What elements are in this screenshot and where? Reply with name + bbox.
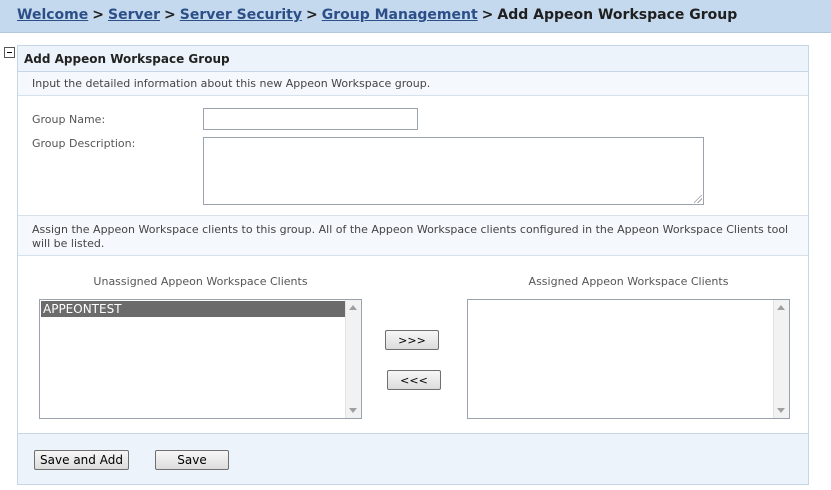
- breadcrumb-current: Add Appeon Workspace Group: [497, 7, 738, 23]
- resize-handle-icon[interactable]: [694, 195, 702, 203]
- breadcrumb: Welcome > Server > Server Security > Group Man…: [17, 7, 737, 23]
- assign-instructions: Assign the Appeon Workspace clients to t…: [18, 215, 808, 256]
- add-group-panel: Add Appeon Workspace Group Input the det…: [17, 45, 809, 485]
- assigned-clients-list[interactable]: [467, 299, 790, 419]
- list-item-appeontest[interactable]: APPEONTEST: [41, 301, 345, 317]
- breadcrumb-bar: Welcome > Server > Server Security > Group Man…: [0, 0, 831, 33]
- unassigned-list-scrollbar[interactable]: [345, 300, 361, 418]
- scroll-down-icon[interactable]: [777, 408, 785, 413]
- collapse-icon[interactable]: [4, 47, 15, 58]
- group-description-label: Group Description:: [32, 137, 136, 150]
- assigned-clients-header: Assigned Appeon Workspace Clients: [528, 275, 729, 288]
- breadcrumb-separator: >: [164, 7, 176, 23]
- unassigned-clients-list[interactable]: APPEONTEST: [39, 299, 362, 419]
- group-name-label: Group Name:: [32, 113, 106, 126]
- unassign-selected-button[interactable]: <<<: [387, 370, 441, 390]
- save-and-add-button[interactable]: Save and Add: [34, 450, 129, 470]
- breadcrumb-separator: >: [305, 7, 318, 23]
- scroll-up-icon[interactable]: [777, 305, 785, 310]
- assign-selected-button[interactable]: >>>: [385, 330, 439, 350]
- panel-intro: Input the detailed information about thi…: [18, 72, 808, 96]
- breadcrumb-separator: >: [92, 7, 104, 23]
- form-actions: Save and Add Save: [18, 433, 808, 484]
- breadcrumb-link-welcome[interactable]: Welcome: [17, 7, 88, 23]
- assigned-list-scrollbar[interactable]: [773, 300, 789, 418]
- scroll-down-icon[interactable]: [349, 408, 357, 413]
- breadcrumb-link-group-management[interactable]: Group Management: [322, 7, 478, 23]
- breadcrumb-link-server[interactable]: Server: [108, 7, 160, 23]
- breadcrumb-separator: >: [481, 7, 494, 23]
- scroll-up-icon[interactable]: [349, 305, 357, 310]
- breadcrumb-link-server-security[interactable]: Server Security: [180, 7, 302, 23]
- unassigned-clients-header: Unassigned Appeon Workspace Clients: [93, 275, 308, 288]
- group-name-input[interactable]: [203, 108, 418, 130]
- save-button[interactable]: Save: [155, 450, 229, 470]
- group-description-textarea[interactable]: [203, 137, 704, 205]
- panel-title: Add Appeon Workspace Group: [18, 46, 808, 72]
